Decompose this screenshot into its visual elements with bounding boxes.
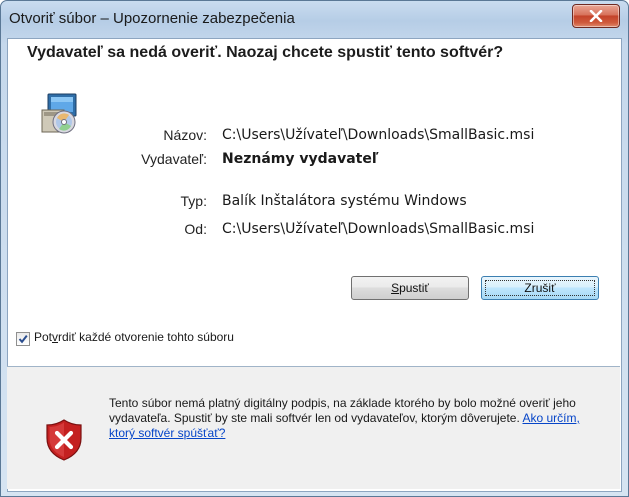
cancel-button[interactable]: Zrušiť xyxy=(481,276,599,300)
cancel-label: Zrušiť xyxy=(524,281,556,295)
confirm-every-open-label[interactable]: Potvrdiť každé otvorenie tohto súboru xyxy=(34,330,234,344)
window-title: Otvoriť súbor – Upozornenie zabezpečenia xyxy=(9,10,295,27)
type-value: Balík Inštalátora systému Windows xyxy=(222,193,467,209)
close-button[interactable] xyxy=(572,4,620,28)
type-label: Typ: xyxy=(180,193,207,209)
confirm-every-open-checkbox[interactable] xyxy=(16,332,30,346)
name-label: Názov: xyxy=(163,127,207,143)
warning-heading: Vydavateľ sa nedá overiť. Naozaj chcete … xyxy=(27,44,504,61)
run-button[interactable]: Spustiť xyxy=(351,276,469,300)
close-icon xyxy=(589,10,603,22)
name-value: C:\Users\Užívateľ\Downloads\SmallBasic.m… xyxy=(222,127,535,143)
from-label: Od: xyxy=(184,221,207,237)
title-bar[interactable]: Otvoriť súbor – Upozornenie zabezpečenia xyxy=(1,1,628,37)
warning-message: Tento súbor nemá platný digitálny podpis… xyxy=(109,396,576,425)
run-label: pustiť xyxy=(399,281,429,295)
publisher-value: Neznámy vydavateľ xyxy=(222,151,379,167)
unsigned-file-warning: Tento súbor nemá platný digitálny podpis… xyxy=(109,396,589,441)
run-access-key: S xyxy=(391,281,400,295)
publisher-label: Vydavateľ: xyxy=(141,151,207,167)
installer-package-icon xyxy=(41,93,77,134)
security-shield-error-icon xyxy=(46,419,82,461)
from-value: C:\Users\Užívateľ\Downloads\SmallBasic.m… xyxy=(222,221,535,237)
checkmark-icon xyxy=(18,334,28,344)
